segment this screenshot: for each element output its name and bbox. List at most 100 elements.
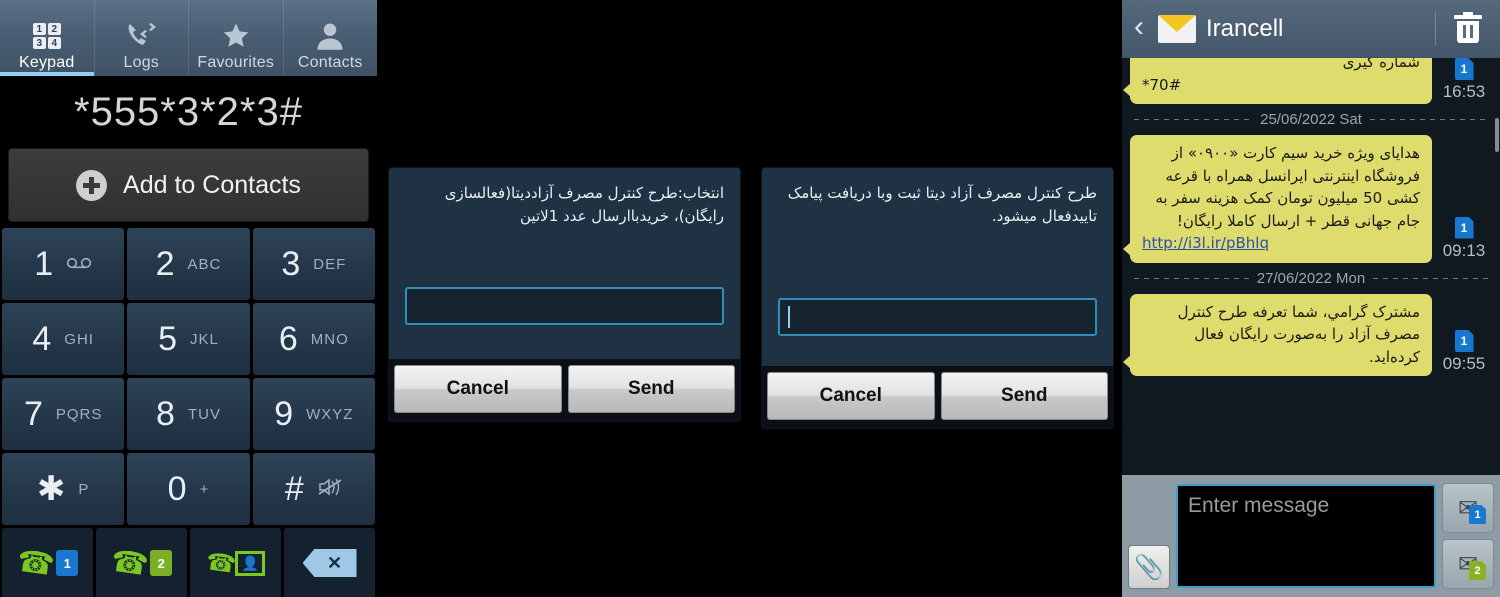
text-caret (788, 306, 790, 328)
ussd-dialog-2-send-button[interactable]: Send (940, 372, 1108, 420)
send-sim2-button[interactable]: ✉ 2 (1442, 539, 1494, 589)
ussd-dialog-2-footer: Cancel Send (762, 366, 1113, 428)
message-time: 16:53 (1442, 82, 1486, 101)
star-icon (219, 19, 253, 53)
add-to-contacts-label: Add to Contacts (123, 170, 301, 199)
sms-header: ‹ Irancell (1122, 0, 1500, 58)
key-5[interactable]: 5 JKL (127, 303, 250, 375)
date-separator-label: 25/06/2022 Sat (1260, 111, 1362, 128)
mute-icon (317, 477, 343, 501)
message-meta: 1 09:55 (1436, 330, 1492, 376)
add-to-contacts-button[interactable]: Add to Contacts (8, 148, 369, 222)
sim1-badge: 1 (56, 550, 79, 576)
key-star[interactable]: ✱ P (2, 453, 125, 525)
tab-contacts-label: Contacts (297, 54, 363, 71)
message-text: مشترک گرامي، شما تعرفه طرح کنترل مصرف آز… (1177, 302, 1420, 366)
key-7-digit: 7 (23, 394, 43, 433)
message-bubble: شماره گیری *70# (1123, 58, 1432, 104)
message-code: *70# (1142, 75, 1182, 94)
dialed-number[interactable]: *555*3*2*3# (0, 76, 377, 148)
ussd-dialog-1-send-button[interactable]: Send (567, 365, 735, 413)
list-item[interactable]: مشترک گرامي، شما تعرفه طرح کنترل مصرف آز… (1123, 293, 1492, 376)
trash-icon[interactable] (1454, 12, 1482, 43)
ussd-dialog-2-cancel-button[interactable]: Cancel (767, 372, 935, 420)
paperclip-icon[interactable]: 📎 (1128, 545, 1170, 589)
message-time: 09:55 (1442, 354, 1486, 373)
video-contact-icon: 👤 (235, 550, 266, 576)
key-0-digit: 0 (167, 469, 187, 508)
key-star-letters: P (78, 480, 90, 498)
ussd-dialog-1-message: انتخاب:طرح کنترل مصرف آزاددیتا(فعالسازی … (444, 184, 724, 226)
thread-scrollbar[interactable] (1495, 118, 1499, 152)
list-item[interactable]: هدایای ویژه خرید سیم کارت «۰۹۰۰» از فروش… (1123, 135, 1492, 263)
dialer-tabbar: 12 34 Keypad Logs Favourites Contacts (0, 0, 377, 76)
sim1-chip: 1 (1454, 58, 1474, 80)
key-0-plus: + (199, 480, 210, 498)
sms-thread-title: Irancell (1206, 15, 1284, 42)
backspace-button[interactable]: ✕ (284, 528, 375, 597)
key-8[interactable]: 8 TUV (127, 378, 250, 450)
dialer-app: 12 34 Keypad Logs Favourites Contacts *5… (0, 0, 377, 597)
keypad-grid-icon: 12 34 (32, 19, 61, 53)
key-star-digit: ✱ (36, 470, 66, 508)
key-8-digit: 8 (156, 394, 175, 433)
call-logs-icon (125, 19, 157, 53)
message-link[interactable]: http://i3l.ir/pBhlq (1142, 232, 1420, 255)
tab-contacts[interactable]: Contacts (284, 0, 378, 76)
key-1[interactable]: 1 (2, 228, 125, 300)
key-7[interactable]: 7 PQRS (2, 378, 125, 450)
tab-favourites[interactable]: Favourites (189, 0, 284, 76)
phone-handset-icon: ☎ (14, 544, 57, 582)
tab-keypad[interactable]: 12 34 Keypad (0, 0, 95, 76)
ussd-dialog-2-input[interactable] (778, 298, 1097, 336)
key-9[interactable]: 9 WXYZ (252, 378, 375, 450)
sms-composer: 📎 Enter message ✉ 1 ✉ 2 (1122, 475, 1500, 597)
envelope-icon (1158, 15, 1196, 43)
key-9-digit: 9 (274, 394, 294, 433)
tab-keypad-label: Keypad (19, 54, 75, 71)
key-8-letters: TUV (187, 405, 221, 423)
message-text: هدایای ویژه خرید سیم کارت «۰۹۰۰» از فروش… (1155, 144, 1420, 230)
key-3[interactable]: 3 DEF (252, 228, 375, 300)
screen: 12 34 Keypad Logs Favourites Contacts *5… (0, 0, 1500, 597)
voicemail-icon (66, 254, 92, 274)
sim1-chip: 1 (1454, 216, 1474, 239)
ussd-dialog-1-body: انتخاب:طرح کنترل مصرف آزاددیتا(فعالسازی … (389, 168, 740, 359)
back-chevron-icon[interactable]: ‹ (1132, 11, 1148, 47)
date-separator: 27/06/2022 Mon (1134, 270, 1488, 287)
key-0[interactable]: 0 + (127, 453, 250, 525)
message-text: شماره گیری (1342, 58, 1420, 71)
call-sim1-button[interactable]: ☎ 1 (2, 528, 93, 597)
sms-app: ‹ Irancell شماره گیری *70# 1 16:53 25/06… (1122, 0, 1500, 597)
key-hash[interactable]: # (252, 453, 375, 525)
dialer-action-row: ☎ 1 ☎ 2 ☎ 👤 ✕ (0, 528, 377, 597)
send-sim1-button[interactable]: ✉ 1 (1442, 483, 1494, 533)
key-1-digit: 1 (34, 244, 54, 283)
message-input[interactable]: Enter message (1176, 484, 1436, 588)
list-item[interactable]: شماره گیری *70# 1 16:53 (1123, 58, 1492, 104)
date-separator-label: 27/06/2022 Mon (1256, 269, 1366, 287)
sim2-badge: 2 (150, 550, 173, 576)
key-6-digit: 6 (278, 319, 298, 358)
ussd-dialog-1-footer: Cancel Send (389, 359, 740, 421)
ussd-dialog-2: طرح کنترل مصرف آزاد دیتا ثبت وبا دریافت … (761, 167, 1114, 429)
sms-thread[interactable]: شماره گیری *70# 1 16:53 25/06/2022 Sat ه… (1122, 58, 1500, 475)
key-2-digit: 2 (155, 244, 175, 283)
ussd-dialog-1-input[interactable] (405, 287, 724, 325)
header-divider (1435, 12, 1436, 46)
key-hash-digit: # (284, 469, 304, 508)
call-sim2-button[interactable]: ☎ 2 (96, 528, 187, 597)
video-call-button[interactable]: ☎ 👤 (190, 528, 281, 597)
key-7-letters: PQRS (55, 405, 103, 423)
date-separator: 25/06/2022 Sat (1134, 111, 1488, 128)
key-2[interactable]: 2 ABC (127, 228, 250, 300)
sim1-chip: 1 (1454, 330, 1474, 352)
send-buttons: ✉ 1 ✉ 2 (1442, 483, 1494, 589)
tab-logs[interactable]: Logs (95, 0, 189, 76)
key-3-digit: 3 (281, 244, 301, 283)
key-4[interactable]: 4 GHI (2, 303, 125, 375)
key-6[interactable]: 6 MNO (252, 303, 375, 375)
ussd-dialog-1-cancel-button[interactable]: Cancel (394, 365, 562, 413)
key-3-letters: DEF (313, 255, 347, 273)
person-icon (315, 19, 345, 53)
